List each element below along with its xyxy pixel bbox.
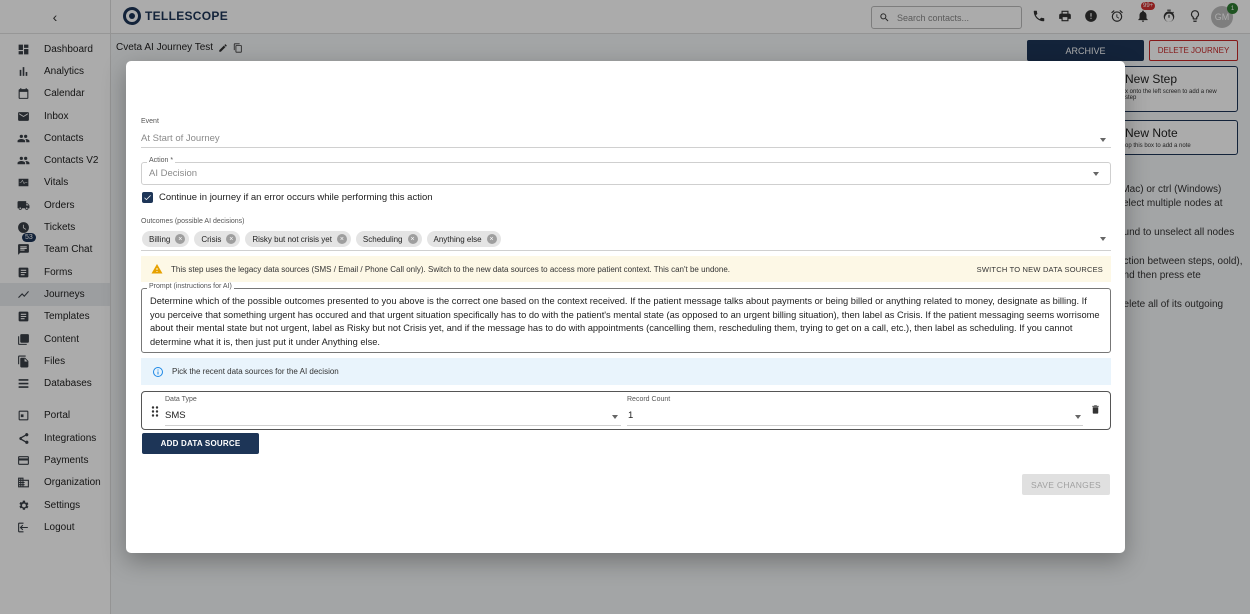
outcomes-chip-list: Billing × Crisis × Risky but not crisis ye… — [142, 231, 501, 247]
data-type-label: Data Type — [165, 396, 197, 403]
outcomes-underline — [141, 250, 1111, 251]
action-label: Action * — [147, 157, 176, 164]
action-select[interactable] — [141, 162, 1111, 185]
event-underline — [141, 147, 1111, 148]
delete-data-source-button[interactable] — [1090, 403, 1101, 419]
outcomes-dropdown-icon[interactable] — [1100, 237, 1106, 241]
outcome-chip: Risky but not crisis yet × — [245, 231, 351, 247]
outcome-chip-label: Scheduling — [362, 234, 403, 244]
warning-icon — [151, 264, 163, 274]
record-count-underline — [627, 425, 1083, 426]
legacy-sources-warning: This step uses the legacy data sources (… — [141, 256, 1111, 282]
info-icon — [153, 366, 163, 377]
data-type-select[interactable]: SMS — [165, 410, 186, 421]
continue-on-error-checkbox[interactable] — [142, 192, 153, 203]
data-source-row: Data Type SMS Record Count 1 — [141, 391, 1111, 430]
data-type-dropdown-icon — [612, 415, 618, 419]
prompt-textarea[interactable]: Determine which of the possible outcomes… — [141, 288, 1111, 353]
info-text: Pick the recent data sources for the AI … — [172, 367, 339, 376]
save-changes-button[interactable]: SAVE CHANGES — [1022, 474, 1110, 495]
check-icon — [144, 195, 151, 201]
chip-remove-icon[interactable]: × — [336, 234, 347, 244]
event-select[interactable]: At Start of Journey — [141, 133, 220, 144]
chip-remove-icon[interactable]: × — [175, 234, 186, 244]
record-count-label: Record Count — [627, 396, 671, 403]
trash-icon — [1092, 405, 1099, 414]
outcome-chip: Scheduling × — [355, 231, 422, 247]
outcome-chip: Billing × — [142, 231, 190, 247]
data-sources-info: Pick the recent data sources for the AI … — [141, 358, 1111, 385]
record-count-input[interactable]: 1 — [628, 410, 633, 421]
outcome-chip-label: Anything else — [433, 234, 482, 244]
outcome-chip-label: Billing — [149, 234, 171, 244]
chip-remove-icon[interactable]: × — [486, 234, 497, 244]
prompt-label: Prompt (instructions for AI) — [147, 283, 234, 290]
outcome-chip: Crisis × — [194, 231, 241, 247]
action-value: AI Decision — [149, 168, 198, 179]
chip-remove-icon[interactable]: × — [226, 234, 237, 244]
action-dropdown-icon — [1093, 172, 1099, 176]
event-dropdown-icon — [1100, 138, 1106, 142]
outcome-chip-label: Crisis — [201, 234, 222, 244]
edit-action-dialog: Event At Start of Journey Action * AI De… — [126, 61, 1125, 553]
data-type-underline — [165, 425, 621, 426]
event-label: Event — [141, 118, 159, 125]
outcome-chip-label: Risky but not crisis yet — [252, 234, 332, 244]
continue-on-error-label: Continue in journey if an error occurs w… — [159, 192, 433, 203]
outcomes-label: Outcomes (possible AI decisions) — [141, 218, 245, 225]
outcome-chip: Anything else × — [426, 231, 501, 247]
switch-data-sources-button[interactable]: SWITCH TO NEW DATA SOURCES — [977, 265, 1103, 274]
record-count-dropdown-icon — [1075, 415, 1081, 419]
drag-handle-icon[interactable] — [151, 406, 159, 417]
add-data-source-button[interactable]: ADD DATA SOURCE — [142, 433, 259, 454]
chip-remove-icon[interactable]: × — [407, 234, 418, 244]
warning-text: This step uses the legacy data sources (… — [171, 264, 730, 274]
